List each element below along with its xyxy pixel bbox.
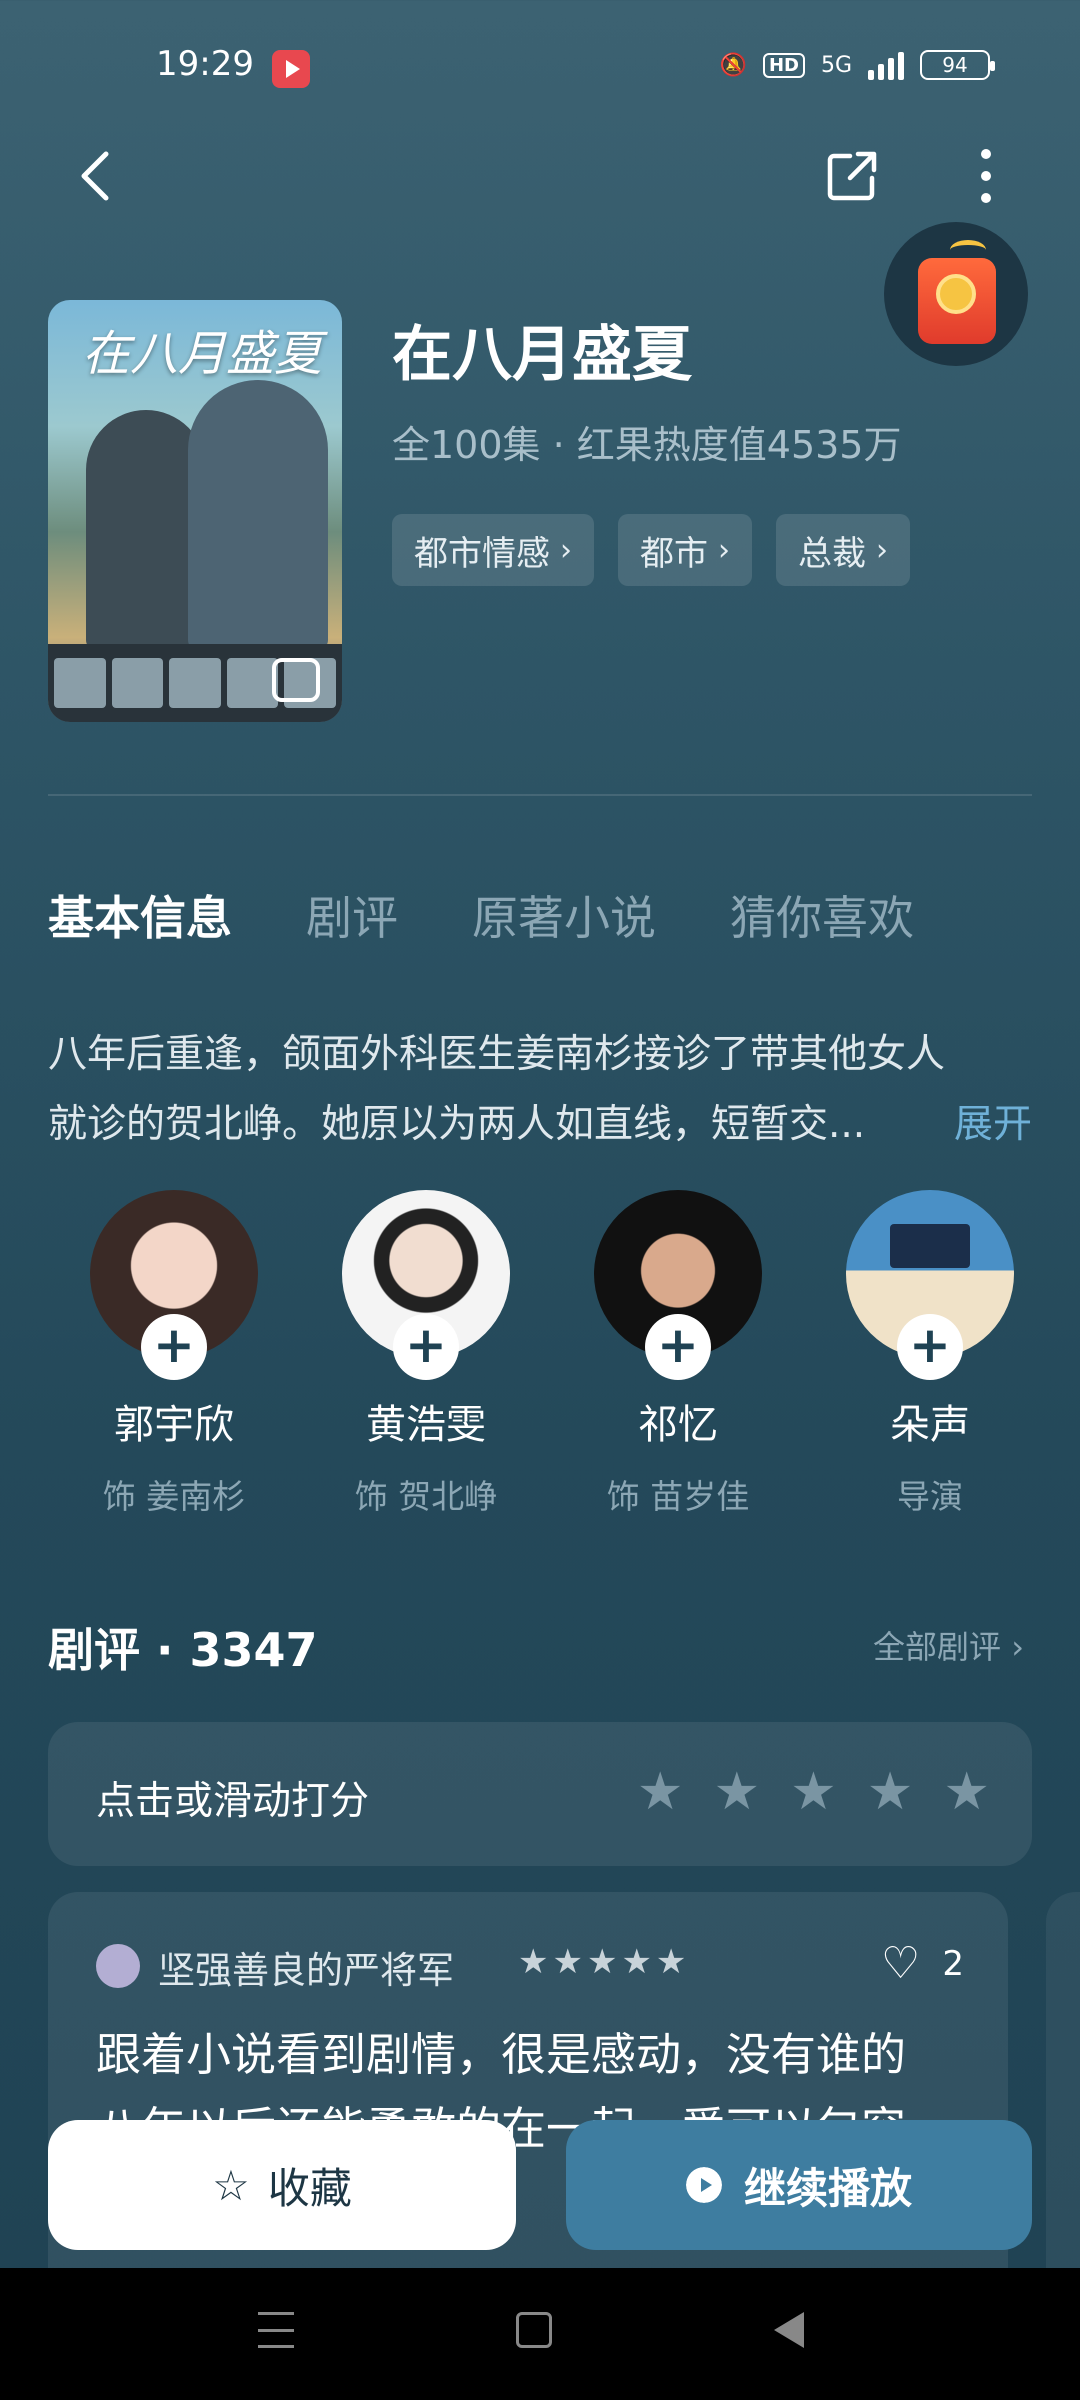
like-button[interactable]: ♡ 2 — [881, 1938, 964, 1989]
synopsis-line: 就诊的贺北峥。她原以为两人如直线，短暂交... — [48, 1102, 866, 1147]
rating-stars[interactable]: ★ ★ ★ ★ ★ — [637, 1762, 990, 1822]
chevron-right-icon: › — [876, 532, 888, 568]
follow-plus-icon[interactable]: + — [393, 1314, 459, 1380]
tag-urban-romance[interactable]: 都市情感 › — [392, 514, 594, 586]
chevron-right-icon: › — [1011, 1628, 1024, 1666]
cast-member[interactable]: + 朵声 导演 — [804, 1190, 1056, 1518]
more-icon[interactable] — [966, 146, 1006, 206]
status-time: 19:29 — [156, 44, 254, 84]
drama-poster[interactable]: 在八月盛夏 — [48, 300, 342, 722]
rating-prompt: 点击或滑动打分 — [96, 1779, 370, 1824]
cast-role: 导演 — [897, 1477, 963, 1516]
follow-plus-icon[interactable]: + — [897, 1314, 963, 1380]
play-icon — [685, 2167, 722, 2203]
video-app-icon — [272, 50, 310, 88]
cast-role: 饰 贺北峥 — [354, 1477, 498, 1516]
like-count: 2 — [942, 1943, 964, 1984]
star-icon[interactable]: ★ — [790, 1762, 837, 1822]
cast-name: 朵声 — [890, 1402, 970, 1448]
follow-plus-icon[interactable]: + — [141, 1314, 207, 1380]
system-nav-bar — [0, 2268, 1080, 2400]
back-icon[interactable] — [70, 148, 126, 204]
star-icon[interactable]: ★ — [637, 1762, 684, 1822]
cast-name: 郭宇欣 — [114, 1402, 234, 1448]
battery-icon: 94 — [920, 50, 995, 80]
drama-meta: 全100集 · 红果热度值4535万 — [392, 423, 902, 467]
tab-basic-info[interactable]: 基本信息 — [48, 882, 232, 948]
cast-member[interactable]: + 黄浩雯 饰 贺北峥 — [300, 1190, 552, 1518]
mute-icon: 🔕 — [719, 52, 747, 78]
all-reviews-link[interactable]: 全部剧评 › — [873, 1622, 1024, 1668]
recent-apps-icon[interactable] — [258, 2312, 294, 2348]
cast-role: 饰 苗岁佳 — [606, 1477, 750, 1516]
share-icon[interactable] — [822, 146, 882, 206]
star-icon[interactable]: ★ — [714, 1762, 761, 1822]
tag-label: 总裁 — [798, 533, 866, 574]
tag-label: 都市情感 — [414, 533, 550, 574]
cast-role: 饰 姜南杉 — [102, 1477, 246, 1516]
reviews-heading: 剧评 · 3347 — [48, 1623, 318, 1677]
tag-ceo[interactable]: 总裁 › — [776, 514, 910, 586]
synopsis-line: 八年后重逢，颌面外科医生姜南杉接诊了带其他女人 — [48, 1032, 946, 1077]
hd-icon: HD — [762, 52, 805, 78]
expand-link[interactable]: 展开 — [954, 1090, 1032, 1160]
gallery-icon[interactable] — [272, 658, 320, 702]
collect-button[interactable]: ☆ 收藏 — [48, 2120, 516, 2250]
home-icon[interactable] — [516, 2312, 552, 2348]
follow-plus-icon[interactable]: + — [645, 1314, 711, 1380]
tag-urban[interactable]: 都市 › — [618, 514, 752, 586]
star-outline-icon: ☆ — [212, 2160, 250, 2210]
detail-tabs: 基本信息 剧评 原著小说 猜你喜欢 — [48, 882, 914, 948]
status-icons: 🔕 HD 5G 94 — [719, 50, 995, 80]
status-bar: 19:29 🔕 HD 5G 94 — [0, 0, 1080, 140]
drama-title: 在八月盛夏 — [392, 320, 692, 390]
cast-list: + 郭宇欣 饰 姜南杉 + 黄浩雯 饰 贺北峥 + 祁忆 饰 苗岁佳 + 朵声 … — [48, 1190, 1078, 1518]
next-review-peek[interactable] — [1046, 1892, 1080, 2292]
network-label: 5G — [820, 52, 852, 78]
tab-recommendations[interactable]: 猜你喜欢 — [730, 882, 914, 948]
play-label: 继续播放 — [743, 2163, 912, 2213]
red-packet-reward-icon[interactable] — [884, 222, 1028, 366]
cast-name: 黄浩雯 — [366, 1402, 486, 1448]
tag-label: 都市 — [640, 533, 708, 574]
cast-member[interactable]: + 郭宇欣 饰 姜南杉 — [48, 1190, 300, 1518]
tab-reviews[interactable]: 剧评 — [306, 882, 398, 948]
poster-title-art: 在八月盛夏 — [82, 326, 323, 382]
heart-icon: ♡ — [880, 1938, 921, 1989]
system-back-icon[interactable] — [774, 2312, 804, 2348]
reviewer-avatar — [96, 1944, 140, 1988]
synopsis: 八年后重逢，颌面外科医生姜南杉接诊了带其他女人 就诊的贺北峥。她原以为两人如直线… — [48, 1020, 1038, 1160]
continue-play-button[interactable]: 继续播放 — [566, 2120, 1032, 2250]
star-icon[interactable]: ★ — [943, 1762, 990, 1822]
poster-figure — [188, 380, 328, 650]
review-stars: ★★★★★ — [518, 1942, 691, 1982]
rating-card[interactable]: 点击或滑动打分 ★ ★ ★ ★ ★ — [48, 1722, 1032, 1866]
cast-member[interactable]: + 祁忆 饰 苗岁佳 — [552, 1190, 804, 1518]
signal-icon — [868, 50, 904, 80]
tab-original-novel[interactable]: 原著小说 — [472, 882, 656, 948]
chevron-right-icon: › — [560, 532, 572, 568]
review-text-line: 跟着小说看到剧情，很是感动，没有谁的 — [96, 2028, 907, 2081]
battery-level: 94 — [942, 53, 968, 77]
all-reviews-label: 全部剧评 — [873, 1628, 1002, 1666]
star-icon[interactable]: ★ — [867, 1762, 914, 1822]
divider — [48, 794, 1032, 796]
genre-tags: 都市情感 › 都市 › 总裁 › — [392, 514, 910, 586]
collect-label: 收藏 — [267, 2163, 352, 2213]
cast-name: 祁忆 — [638, 1402, 718, 1448]
reviewer-name: 坚强善良的严将军 — [158, 1949, 454, 1992]
chevron-right-icon: › — [718, 532, 730, 568]
